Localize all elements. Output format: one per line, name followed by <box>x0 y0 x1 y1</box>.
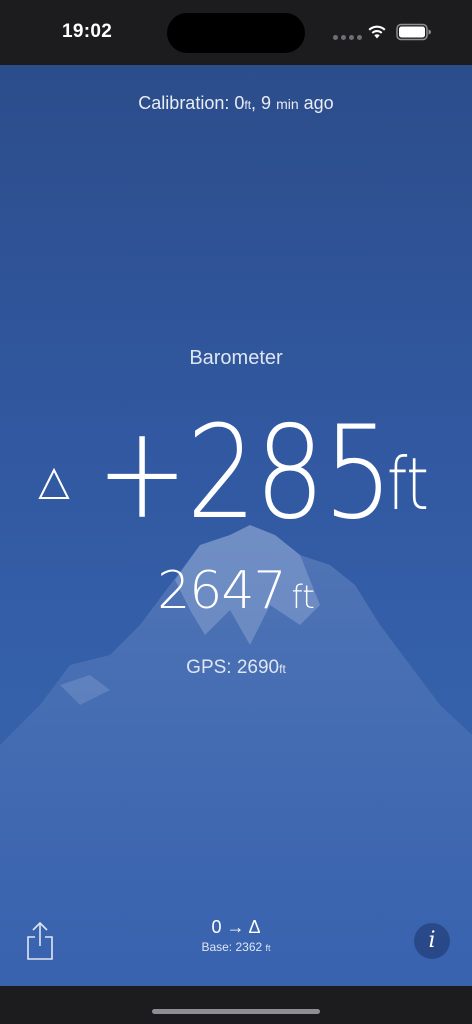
gps-prefix: GPS: <box>186 657 237 678</box>
app-screen: 19:02 Calibration: 0ft, 9 min ago Barome… <box>0 0 472 1024</box>
calibration-info: Calibration: 0ft, 9 min ago <box>0 93 472 114</box>
home-indicator-area <box>0 986 472 1024</box>
calibration-ago-suffix: ago <box>298 93 334 113</box>
cellular-signal-icon <box>333 35 362 40</box>
wifi-icon <box>368 25 386 39</box>
altimeter-view: Calibration: 0ft, 9 min ago Barometer +2… <box>0 65 472 986</box>
altitude-unit: ft <box>291 578 315 616</box>
info-button[interactable]: i <box>414 923 450 959</box>
share-icon[interactable] <box>24 920 56 962</box>
delta-readout: +285 ft <box>0 404 472 544</box>
sensor-mode-label: Barometer <box>189 347 283 369</box>
calibration-ago-unit: min <box>276 96 299 112</box>
delta-icon <box>38 468 70 499</box>
calibration-value: 0 <box>234 93 245 113</box>
base-altitude-label: Base: 2362 ft <box>201 940 271 954</box>
mode-toggle-label: 0 → Δ <box>211 917 261 937</box>
battery-icon <box>396 23 431 41</box>
calibration-separator: , <box>251 93 262 113</box>
gps-unit: ft <box>279 662 286 676</box>
home-indicator[interactable] <box>152 1009 320 1014</box>
altitude-readout: 2647 ft <box>0 561 472 621</box>
calibration-ago-value: 9 <box>261 93 272 113</box>
status-bar: 19:02 <box>0 0 472 65</box>
gps-readout: GPS: 2690ft <box>0 657 472 679</box>
status-time: 19:02 <box>62 21 113 42</box>
calibration-prefix: Calibration: <box>138 93 235 113</box>
altitude-value: 2647 <box>157 561 286 621</box>
delta-unit: ft <box>387 442 429 526</box>
mode-toggle-button[interactable]: 0 → Δ Base: 2362 ft <box>186 917 286 954</box>
gps-value: 2690 <box>236 657 280 678</box>
dynamic-island <box>167 13 305 53</box>
delta-value: +285 <box>96 399 393 548</box>
